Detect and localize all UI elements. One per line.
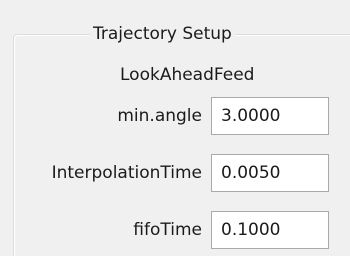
fifo-time-label: fifoTime [133,220,202,240]
min-angle-label: min.angle [117,106,202,126]
groupbox-title: Trajectory Setup [90,20,235,48]
interpolation-time-input[interactable] [211,154,329,192]
min-angle-input[interactable] [211,97,329,135]
fifo-time-input[interactable] [211,211,329,249]
lookahead-feed-label: LookAheadFeed [120,65,255,85]
interpolation-time-label: InterpolationTime [51,163,202,183]
